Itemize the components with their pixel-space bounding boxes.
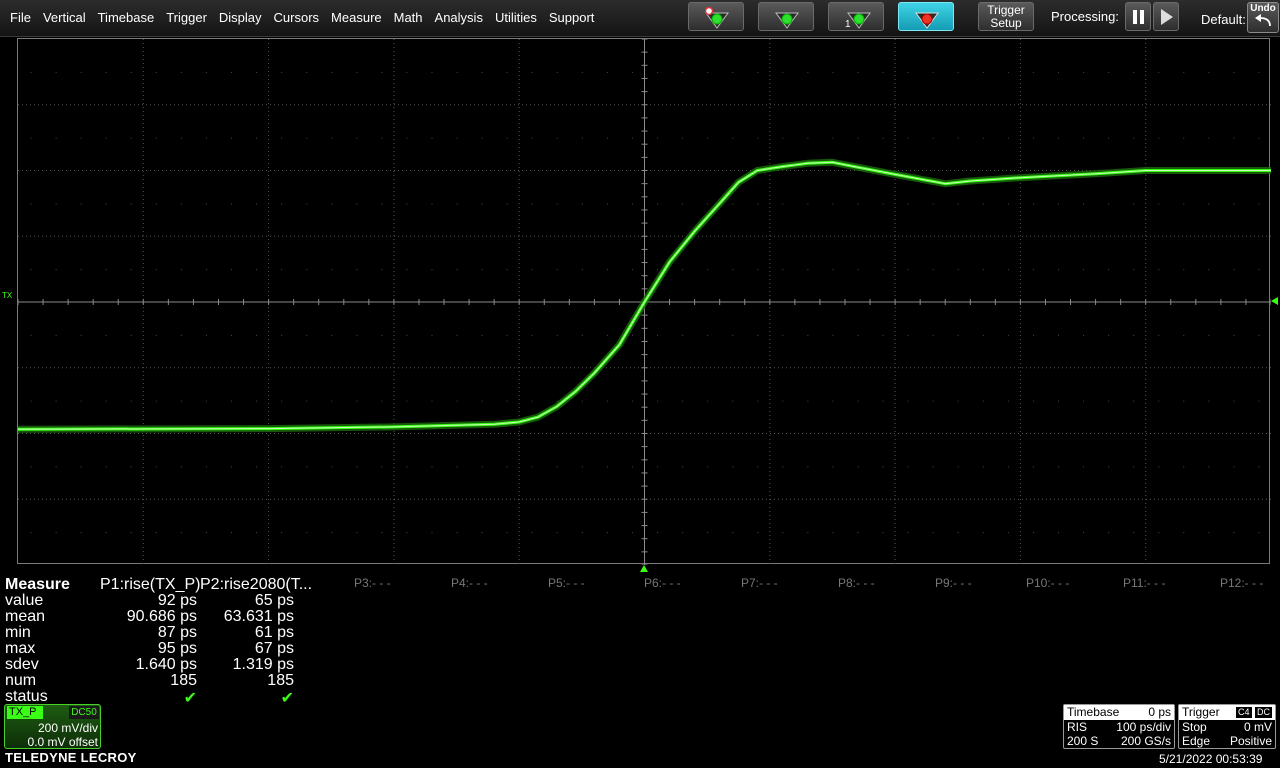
timebase-tdiv: 100 ps/div: [1116, 720, 1171, 734]
default-label: Default:: [1201, 12, 1246, 27]
trigger-mode: Stop: [1182, 720, 1207, 734]
date-time: 5/21/2022 00:53:39: [1159, 752, 1263, 766]
processing-label: Processing:: [1051, 9, 1119, 24]
p2-status-check-icon: ✔: [280, 690, 294, 707]
trigger-position-marker-icon[interactable]: [640, 565, 648, 572]
stop-trigger-button[interactable]: [898, 2, 954, 31]
trigger-setup-button[interactable]: Trigger Setup: [978, 2, 1034, 31]
param-header-p3[interactable]: P3:- - -: [354, 576, 391, 590]
pause-icon: [1133, 10, 1144, 24]
single-trigger-button[interactable]: 1: [828, 2, 884, 31]
menu-cursors[interactable]: Cursors: [268, 0, 326, 36]
timebase-memory: 200 S: [1067, 734, 1099, 748]
param-header-p4[interactable]: P4:- - -: [451, 576, 488, 590]
trigger-type: Edge: [1182, 734, 1211, 748]
trigger-slope: Positive: [1229, 734, 1272, 748]
normal-trigger-icon: [775, 12, 799, 29]
trigger-coupling: DC: [1255, 707, 1272, 718]
menu-trigger[interactable]: Trigger: [160, 0, 213, 36]
channel-offset-marker[interactable]: TX: [2, 291, 12, 300]
main-menu: File Vertical Timebase Trigger Display C…: [4, 0, 600, 36]
param-header-p6[interactable]: P6:- - -: [644, 576, 681, 590]
single-label: 1: [845, 19, 851, 29]
p1-status-check-icon: ✔: [183, 690, 197, 707]
channel-level-marker-icon[interactable]: [1271, 297, 1278, 305]
trigger-label: Trigger: [1182, 705, 1220, 719]
trigger-source: C4: [1236, 707, 1252, 718]
timebase-label: Timebase: [1067, 705, 1120, 719]
menu-file[interactable]: File: [4, 0, 37, 36]
menu-support[interactable]: Support: [543, 0, 601, 36]
channel-name: TX_P: [7, 706, 43, 719]
param-header-p11[interactable]: P11:- - -: [1123, 576, 1165, 590]
trigger-descriptor-box[interactable]: Trigger C4 DC Stop 0 mV Edge Positive: [1178, 704, 1276, 749]
undo-label: Undo: [1250, 3, 1276, 14]
channel-vdiv: 200 mV/div: [37, 721, 98, 735]
menu-math[interactable]: Math: [388, 0, 429, 36]
undo-button[interactable]: Undo: [1247, 2, 1279, 33]
auto-trigger-button[interactable]: [688, 2, 744, 31]
stop-trigger-icon: [915, 12, 939, 29]
menu-utilities[interactable]: Utilities: [489, 0, 543, 36]
menu-analysis[interactable]: Analysis: [429, 0, 489, 36]
timebase-descriptor-box[interactable]: Timebase 0 ps RIS 100 ps/div 200 S 200 G…: [1063, 704, 1175, 749]
brand-logo: TELEDYNE LECROY: [5, 750, 137, 765]
param-header-p7[interactable]: P7:- - -: [741, 576, 778, 590]
waveform-grid[interactable]: [17, 38, 1271, 565]
menu-bar: File Vertical Timebase Trigger Display C…: [0, 0, 1280, 37]
channel-descriptor-box[interactable]: TX_P DC50 200 mV/div 0.0 mV offset: [4, 704, 101, 749]
normal-trigger-button[interactable]: [758, 2, 814, 31]
auto-trigger-icon: [705, 7, 729, 29]
trigger-header: Trigger C4 DC: [1179, 705, 1275, 720]
timebase-header: Timebase 0 ps: [1064, 705, 1174, 720]
menu-measure[interactable]: Measure: [325, 0, 388, 36]
param-header-p9[interactable]: P9:- - -: [935, 576, 972, 590]
param-header-p5[interactable]: P5:- - -: [548, 576, 585, 590]
menu-vertical[interactable]: Vertical: [37, 0, 92, 36]
param-header-p8[interactable]: P8:- - -: [838, 576, 875, 590]
menu-timebase[interactable]: Timebase: [92, 0, 161, 36]
channel-coupling: DC50: [69, 706, 99, 719]
single-trigger-icon: 1: [845, 12, 871, 29]
play-icon: [1161, 9, 1173, 25]
play-button[interactable]: [1153, 2, 1179, 31]
param-header-p12[interactable]: P12:- - -: [1220, 576, 1263, 590]
channel-offset: 0.0 mV offset: [27, 735, 98, 749]
trigger-setup-label-2: Setup: [990, 16, 1022, 30]
timebase-mode: RIS: [1067, 720, 1088, 734]
timebase-delay: 0 ps: [1148, 705, 1171, 719]
undo-arrow-icon: [1255, 14, 1271, 27]
waveform-display: [18, 39, 1271, 565]
timebase-rate: 200 GS/s: [1120, 734, 1171, 748]
param-header-p10[interactable]: P10:- - -: [1026, 576, 1069, 590]
menu-display[interactable]: Display: [213, 0, 268, 36]
trigger-level: 0 mV: [1243, 720, 1272, 734]
pause-button[interactable]: [1125, 2, 1151, 31]
